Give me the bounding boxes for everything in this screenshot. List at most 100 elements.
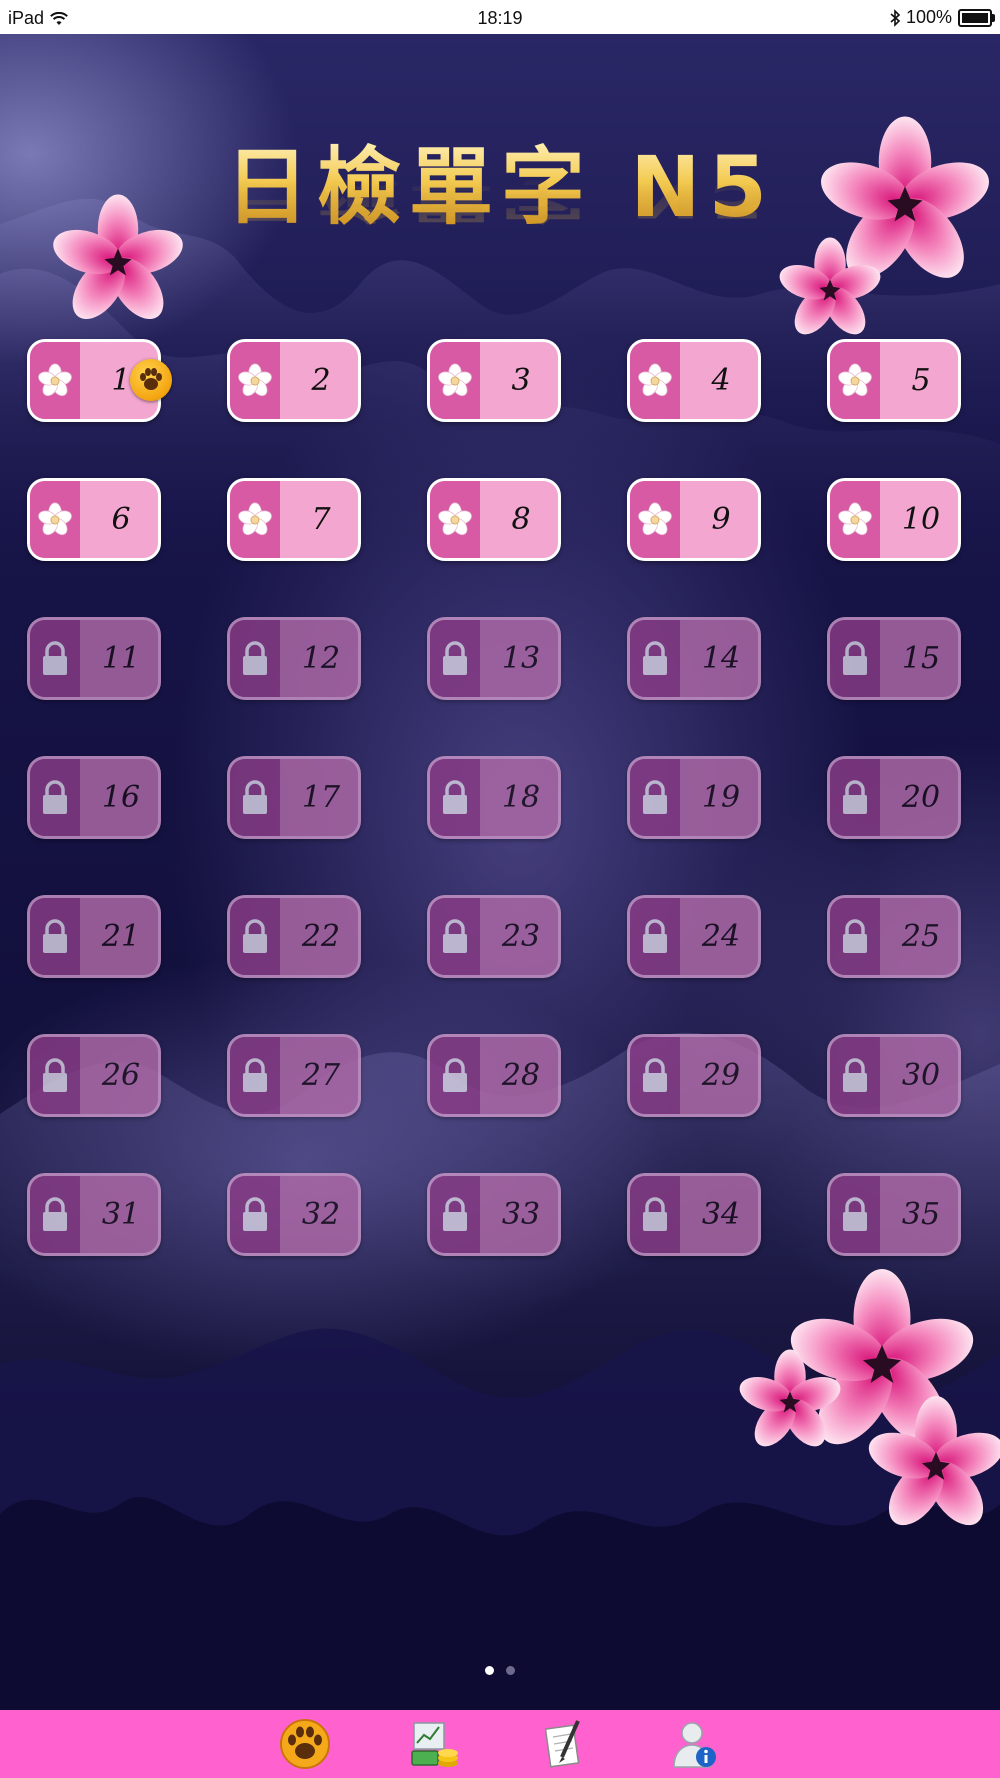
lock-icon [30, 759, 80, 836]
level-button[interactable]: 23 [427, 895, 561, 978]
level-button[interactable]: 32 [227, 1173, 361, 1256]
sakura-flower-icon [630, 342, 680, 419]
lock-icon [230, 620, 280, 697]
level-button[interactable]: 12 [227, 617, 361, 700]
sakura-flower-icon [830, 342, 880, 419]
level-number: 24 [701, 919, 741, 954]
paw-icon [140, 368, 162, 390]
lock-icon [630, 620, 680, 697]
level-button[interactable]: 9 [627, 478, 761, 561]
title-reflection: 日檢單字 N5 [225, 173, 775, 228]
level-button[interactable]: 27 [227, 1034, 361, 1117]
sakura-flower-icon [430, 481, 480, 558]
page-indicator[interactable] [0, 1666, 1000, 1675]
level-button[interactable]: 16 [27, 756, 161, 839]
clock: 18:19 [477, 8, 523, 28]
lock-icon [30, 620, 80, 697]
level-button[interactable]: 17 [227, 756, 361, 839]
level-button[interactable]: 7 [227, 478, 361, 561]
level-button[interactable]: 19 [627, 756, 761, 839]
level-button[interactable]: 30 [827, 1034, 961, 1117]
tab-stats[interactable] [404, 1713, 466, 1775]
level-number: 22 [301, 919, 341, 954]
level-button[interactable]: 25 [827, 895, 961, 978]
lock-icon [230, 759, 280, 836]
level-number: 2 [311, 363, 331, 398]
level-button[interactable]: 35 [827, 1173, 961, 1256]
level-number: 3 [511, 363, 531, 398]
paw-icon [280, 1719, 330, 1769]
lock-icon [430, 620, 480, 697]
lock-icon [230, 898, 280, 975]
level-button[interactable]: 22 [227, 895, 361, 978]
lock-icon [30, 1176, 80, 1253]
level-button[interactable]: 6 [27, 478, 161, 561]
level-button[interactable]: 14 [627, 617, 761, 700]
level-number: 21 [101, 919, 141, 954]
level-number: 29 [701, 1058, 741, 1093]
level-button[interactable]: 10 [827, 478, 961, 561]
page-dot-2[interactable] [506, 1666, 515, 1675]
status-bar: iPad 18:19 100% [0, 0, 1000, 34]
level-number: 25 [901, 919, 941, 954]
level-button[interactable]: 28 [427, 1034, 561, 1117]
level-number: 8 [511, 502, 531, 537]
tab-info[interactable] [664, 1713, 726, 1775]
sakura-flower-icon [230, 342, 280, 419]
level-button[interactable]: 11 [27, 617, 161, 700]
level-button[interactable]: 26 [27, 1034, 161, 1117]
level-button[interactable]: 4 [627, 339, 761, 422]
page-dot-1[interactable] [485, 1666, 494, 1675]
level-button[interactable]: 5 [827, 339, 961, 422]
level-number: 12 [301, 641, 341, 676]
sakura-flower-icon [30, 342, 80, 419]
level-button[interactable]: 33 [427, 1173, 561, 1256]
level-number: 5 [911, 363, 931, 398]
level-button[interactable]: 2 [227, 339, 361, 422]
level-button[interactable]: 29 [627, 1034, 761, 1117]
level-button[interactable]: 24 [627, 895, 761, 978]
level-button[interactable]: 20 [827, 756, 961, 839]
lock-icon [630, 898, 680, 975]
level-number: 34 [701, 1197, 741, 1232]
level-number: 4 [711, 363, 731, 398]
tab-paw[interactable] [274, 1713, 336, 1775]
level-button[interactable]: 18 [427, 756, 561, 839]
sakura-flower-icon [230, 481, 280, 558]
level-number: 26 [101, 1058, 141, 1093]
level-button[interactable]: 21 [27, 895, 161, 978]
lock-icon [830, 759, 880, 836]
level-button[interactable]: 13 [427, 617, 561, 700]
level-button[interactable]: 8 [427, 478, 561, 561]
lock-icon [830, 898, 880, 975]
level-number: 7 [311, 502, 331, 537]
level-number: 14 [701, 641, 741, 676]
level-button[interactable]: 31 [27, 1173, 161, 1256]
level-number: 17 [301, 780, 341, 815]
lock-icon [830, 1176, 880, 1253]
tab-notes[interactable] [534, 1713, 596, 1775]
bluetooth-icon [890, 8, 900, 27]
sakura-flower-icon [630, 481, 680, 558]
level-button[interactable]: 34 [627, 1173, 761, 1256]
level-number: 11 [101, 641, 141, 676]
sakura-flower-icon [830, 481, 880, 558]
lock-icon [630, 1037, 680, 1114]
lock-icon [630, 1176, 680, 1253]
lock-icon [430, 759, 480, 836]
sakura-flower-icon [430, 342, 480, 419]
lock-icon [630, 759, 680, 836]
level-number: 35 [901, 1197, 941, 1232]
level-number: 32 [301, 1197, 341, 1232]
lock-icon [430, 1176, 480, 1253]
battery-percent: 100% [905, 7, 952, 27]
lock-icon [30, 1037, 80, 1114]
tab-bar [0, 1710, 1000, 1778]
level-number: 31 [101, 1197, 141, 1232]
app-title: 日檢單字 N5 日檢單字 N5 [0, 139, 1000, 323]
level-button[interactable]: 15 [827, 617, 961, 700]
lock-icon [230, 1037, 280, 1114]
level-number: 6 [111, 502, 131, 537]
level-button[interactable]: 3 [427, 339, 561, 422]
level-number: 33 [501, 1197, 541, 1232]
